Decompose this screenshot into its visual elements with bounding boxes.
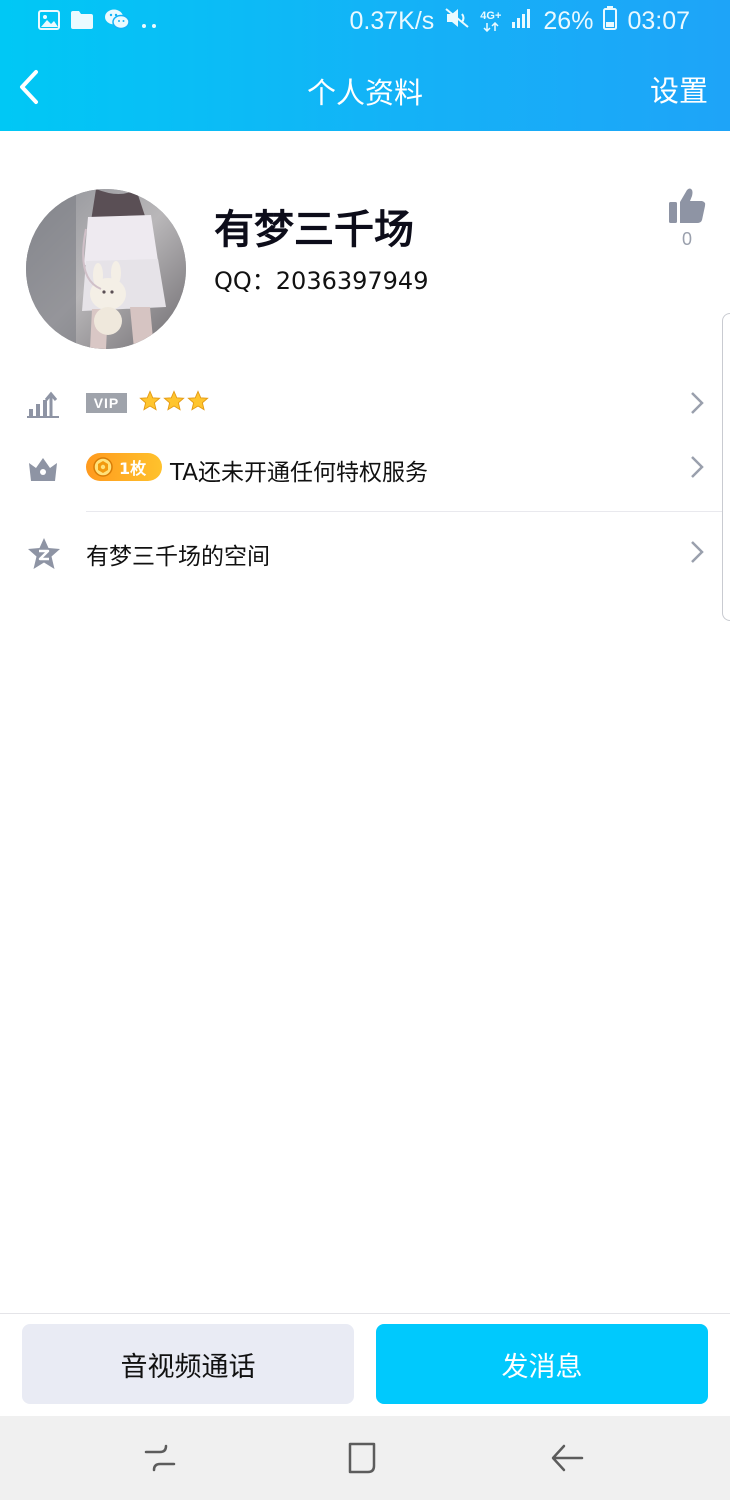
video-call-button[interactable]: 音视频通话 <box>22 1324 354 1404</box>
network-4g-icon: 4G+ <box>480 9 502 32</box>
header-bar: 0.37K/s 4G+ 26% 03:07 个人资料 设置 <box>0 0 730 131</box>
mute-icon <box>444 6 470 36</box>
send-message-button[interactable]: 发消息 <box>376 1324 708 1404</box>
system-nav-bar <box>0 1416 730 1500</box>
folder-icon <box>70 8 94 36</box>
recent-apps-button[interactable] <box>140 1438 180 1478</box>
profile-header: 有梦三千场 QQ：2036397949 0 <box>0 131 730 371</box>
avatar-image <box>26 189 186 349</box>
settings-button[interactable]: 设置 <box>650 68 708 110</box>
chevron-right-icon <box>690 540 704 568</box>
network-type-label: 4G+ <box>480 9 502 22</box>
battery-icon <box>603 6 618 36</box>
edge-panel-handle[interactable] <box>722 313 730 621</box>
qq-number: QQ：2036397949 <box>214 267 429 295</box>
gallery-icon <box>38 8 60 36</box>
wechat-icon <box>104 8 130 36</box>
net-speed: 0.37K/s <box>349 6 435 35</box>
status-bar: 0.37K/s 4G+ 26% 03:07 <box>0 0 730 44</box>
privilege-text: TA还未开通任何特权服务 <box>170 460 428 486</box>
clock: 03:07 <box>627 6 690 35</box>
qzone-row[interactable]: 有梦三千场的空间 <box>0 521 730 601</box>
status-left-icons <box>38 8 168 36</box>
crown-icon <box>26 455 60 487</box>
nav-bar: 个人资料 设置 <box>0 44 730 131</box>
home-icon <box>348 1442 376 1474</box>
thumbs-up-icon <box>669 188 706 223</box>
privilege-row[interactable]: 1枚 TA还未开通任何特权服务 <box>0 371 730 512</box>
back-icon <box>551 1444 584 1472</box>
nickname: 有梦三千场 <box>214 207 414 253</box>
page-title: 个人资料 <box>306 76 423 110</box>
status-right: 0.37K/s 4G+ 26% 03:07 <box>340 6 690 36</box>
battery-percent: 26% <box>543 6 594 35</box>
coin-icon <box>93 457 113 477</box>
chevron-right-icon <box>690 455 704 483</box>
coin-badge: 1枚 <box>86 453 162 481</box>
avatar[interactable] <box>26 189 186 349</box>
bottom-action-bar: 音视频通话 发消息 <box>0 1313 730 1416</box>
home-button[interactable] <box>344 1438 384 1478</box>
divider <box>86 511 730 512</box>
coin-count: 1枚 <box>119 459 147 478</box>
like-count: 0 <box>681 229 692 249</box>
info-list: VIP 1枚 TA还未开通任何特权服务 有梦三千场的空间 <box>0 371 730 570</box>
signal-icon <box>511 7 533 35</box>
more-dots-icon <box>140 8 158 36</box>
like-button[interactable]: 0 <box>664 187 710 250</box>
qzone-text: 有梦三千场的空间 <box>86 544 270 570</box>
qzone-star-icon <box>26 537 62 575</box>
recent-apps-icon <box>144 1444 176 1472</box>
back-nav-button[interactable] <box>548 1438 588 1478</box>
